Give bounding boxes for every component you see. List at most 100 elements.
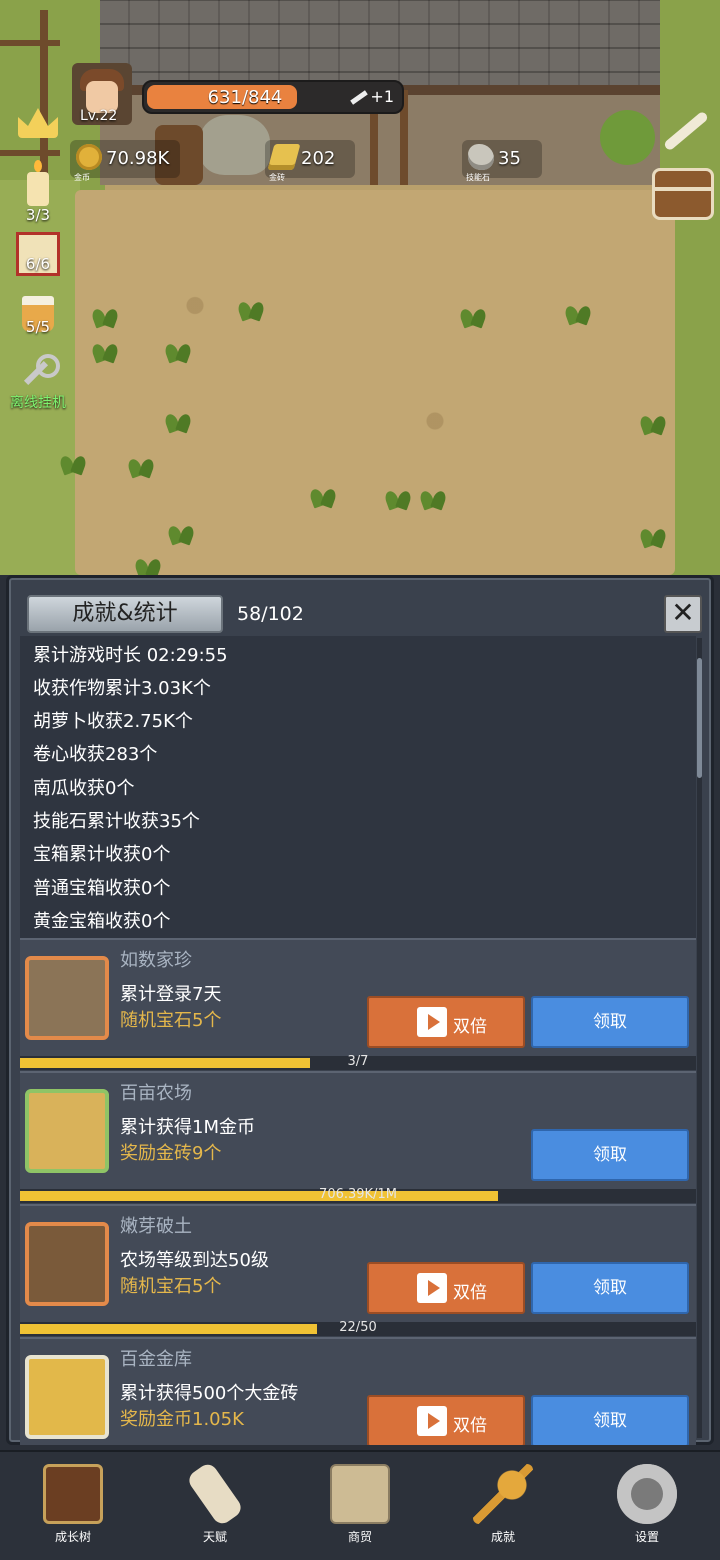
stat-line: 收获作物累计3.03K个 [33,678,211,699]
stat-line: 宝箱累计收获0个 [33,844,171,865]
coins-label: 金币 [74,173,90,182]
double-reward-button[interactable]: 双倍 [367,996,525,1048]
bottom-nav: 成长树 天赋 商贸 成就 设置 [0,1450,720,1560]
crop-sprout[interactable] [565,302,591,324]
cup-count: 5/5 [25,318,51,336]
map-icon [330,1464,390,1524]
achievement-progress-bar: 706.39K/1M [20,1187,696,1203]
crop-sprout[interactable] [168,522,194,544]
achievement-reward: 奖励金砖9个 [120,1143,222,1164]
achievement-progress-bar: 3/7 [20,1054,696,1070]
double-reward-button[interactable]: 双倍 [367,1395,525,1445]
achievement-desc: 农场等级到达50级 [120,1250,269,1271]
crop-sprout[interactable] [165,340,191,362]
crop-sprout[interactable] [92,305,118,327]
candle-count: 3/3 [25,206,51,224]
idle-button[interactable]: 离线挂机 [8,352,68,412]
crop-sprout[interactable] [310,485,336,507]
bone-button[interactable] [652,100,714,160]
double-reward-button[interactable]: 双倍 [367,1262,525,1314]
video-icon [417,1273,447,1303]
nav-trade[interactable]: 商贸 [315,1464,405,1554]
resource-gold-brick[interactable]: 202 金砖 [265,140,355,182]
stamina-bonus[interactable]: +1 [350,87,394,106]
crop-sprout[interactable] [92,340,118,362]
crop-lock-sign-icon [25,1222,109,1306]
nav-growth-tree[interactable]: 成长树 [28,1464,118,1554]
crop-sprout[interactable] [385,487,411,509]
gear-icon [617,1464,677,1524]
claim-button[interactable]: 领取 [531,1262,689,1314]
achievement-reward: 随机宝石5个 [120,1276,222,1297]
nav-achievements[interactable]: 成就 [458,1464,548,1554]
achievement-progress: 58/102 [237,603,304,625]
stat-line: 黄金宝箱收获0个 [33,911,171,932]
video-icon [417,1007,447,1037]
player-level: Lv.22 [80,108,118,124]
coin-icon [25,1089,109,1173]
scrollbar-thumb[interactable] [697,658,702,778]
nav-label: 设置 [634,1530,659,1544]
stamina-value: 631/844 [207,87,283,108]
scroll-icon [185,1460,245,1528]
crown-icon [18,108,58,138]
crop-sprout[interactable] [420,487,446,509]
crop-field[interactable] [75,190,675,575]
crop-sprout[interactable] [165,410,191,432]
candle-button[interactable]: 3/3 [8,160,68,224]
fence-rail [0,40,60,46]
achievement-desc: 累计登录7天 [120,984,222,1005]
gold-brick-value: 202 [301,148,336,169]
key-icon [473,1464,533,1524]
nav-label: 成就 [490,1530,515,1544]
tab-achievements[interactable]: 成就&统计 [27,595,223,633]
crop-sprout[interactable] [128,455,154,477]
crop-sprout[interactable] [238,298,264,320]
dice-icon [16,232,60,276]
nav-settings[interactable]: 设置 [602,1464,692,1554]
achievement-row: 百亩农场 累计获得1M金币 奖励金砖9个 领取 706.39K/1M [20,1071,696,1203]
crop-sprout[interactable] [460,305,486,327]
achievement-desc: 累计获得1M金币 [120,1117,255,1138]
crop-sprout[interactable] [135,555,161,575]
crop-sprout[interactable] [640,525,666,547]
dice-button[interactable] [8,232,68,276]
claim-button[interactable]: 领取 [531,1129,689,1181]
nav-label: 商贸 [347,1530,372,1544]
coins-value: 70.98K [106,148,170,169]
achievement-name: 嫩芽破土 [120,1216,192,1237]
stamina-bar: 631/844 +1 [142,80,404,114]
idle-label: 离线挂机 [10,395,66,411]
skill-stone-label: 技能石 [466,173,490,182]
drink-button[interactable]: 5/5 [8,296,68,336]
achievement-name: 百亩农场 [120,1083,192,1104]
skill-stone-value: 35 [498,148,521,169]
farmer-portrait-icon [25,956,109,1040]
stat-line: 胡萝卜收获2.75K个 [33,711,193,732]
achievement-name: 如数家珍 [120,950,192,971]
stat-line: 卷心收获283个 [33,744,158,765]
farm-scene: Lv.22 631/844 +1 70.98K 金币 202 金砖 35 技能石… [0,0,720,575]
stamina-bonus-text: +1 [370,87,394,106]
crop-sprout[interactable] [60,452,86,474]
progress-text: 706.39K/1M [319,1187,397,1202]
crown-button[interactable] [8,108,68,138]
close-button[interactable]: ✕ [664,595,702,633]
treasure-chest-button[interactable] [652,168,714,220]
resource-coins[interactable]: 70.98K 金币 [70,140,180,182]
stat-line: 普通宝箱收获0个 [33,878,171,899]
double-label: 双倍 [453,1017,487,1037]
claim-button[interactable]: 领取 [531,1395,689,1445]
gold-brick-label: 金砖 [269,173,285,182]
stats-list: 累计游戏时长 02:29:55 收获作物累计3.03K个 胡萝卜收获2.75K个… [20,636,696,938]
resource-skill-stone[interactable]: 35 技能石 [462,140,542,182]
achievements-panel: 成就&统计 58/102 ✕ 累计游戏时长 02:29:55 收获作物累计3.0… [6,575,714,1445]
coin-icon [76,144,102,170]
crop-sprout[interactable] [640,412,666,434]
scrollbar[interactable] [697,638,702,1438]
claim-button[interactable]: 领取 [531,996,689,1048]
nav-talent[interactable]: 天赋 [170,1460,260,1554]
nav-label: 成长树 [54,1530,91,1544]
rock [200,115,270,175]
bone-icon [350,90,369,105]
